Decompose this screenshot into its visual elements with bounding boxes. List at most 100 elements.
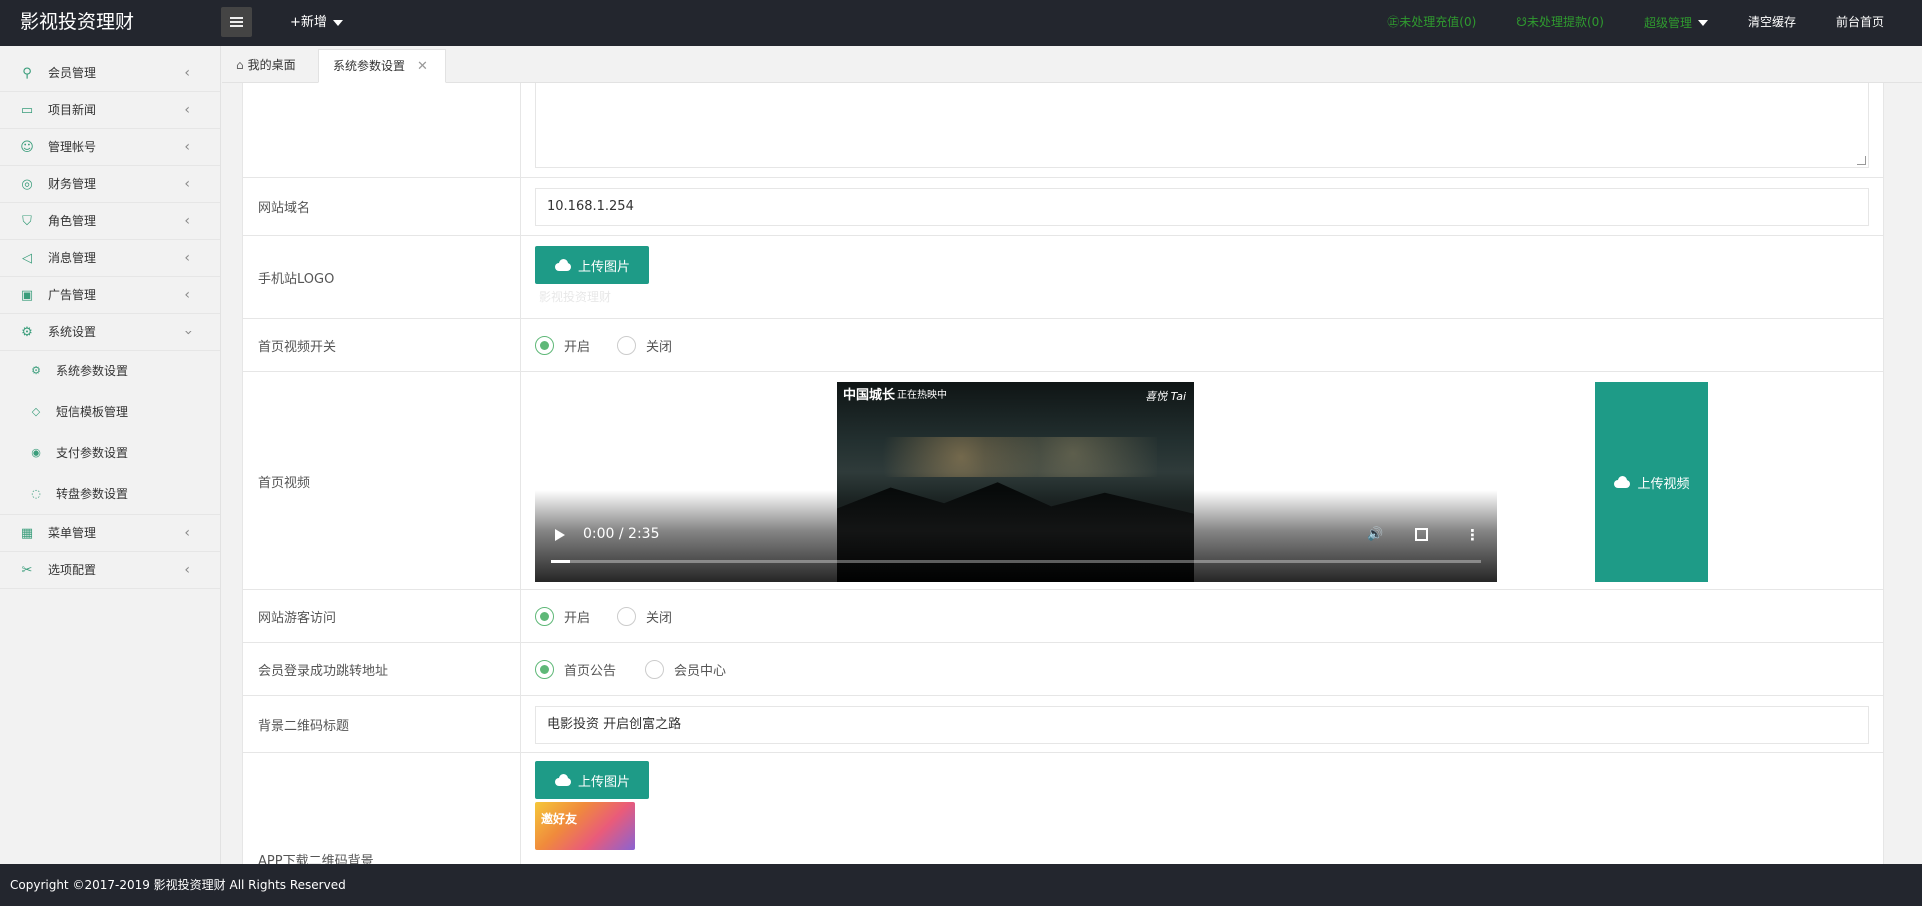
- pending-recharge-link[interactable]: ㊣未处理充值(0): [1367, 0, 1496, 46]
- sidebar-item-options[interactable]: ✂ 选项配置 ‹: [0, 552, 220, 589]
- sidebar-item-label: 系统设置: [48, 325, 97, 339]
- video-switch-on-radio[interactable]: 开启: [535, 336, 590, 355]
- textarea-field[interactable]: [535, 83, 1869, 168]
- radio-label: 关闭: [646, 340, 673, 355]
- form-label-cell: APP下载二维码背景: [243, 753, 521, 864]
- qr-bg-thumbnail: 邀好友: [535, 802, 635, 850]
- copyright-text: Copyright ©2017-2019 影视投资理财 All Rights R…: [10, 878, 346, 892]
- radio-dot-icon: [617, 607, 636, 626]
- form-row-app-qr-bg: APP下载二维码背景 上传图片 邀好友: [243, 753, 1883, 864]
- chevron-left-icon: ‹: [184, 139, 190, 155]
- brand-title: 影视投资理财: [20, 11, 135, 33]
- upload-qr-bg-button[interactable]: 上传图片: [535, 761, 649, 799]
- settings-form: 网站域名 10.168.1.254 手机站LOGO 上传图片 影视投资理财 首页…: [242, 83, 1884, 864]
- speaker-icon: ◁: [22, 251, 32, 266]
- form-label-cell: [243, 83, 521, 177]
- form-row-mobile-logo: 手机站LOGO 上传图片 影视投资理财: [243, 236, 1883, 319]
- sidebar-item-label: 项目新闻: [48, 103, 97, 117]
- radio-label: 开启: [564, 340, 591, 355]
- sidebar-item-finance[interactable]: ◎ 财务管理 ‹: [0, 166, 220, 203]
- video-switch-label: 首页视频开关: [258, 340, 337, 355]
- menu-icon: ▦: [20, 526, 34, 541]
- caret-down-icon: [1697, 20, 1708, 26]
- video-switch-off-radio[interactable]: 关闭: [617, 336, 672, 355]
- sidebar-item-menus[interactable]: ▦ 菜单管理 ‹: [0, 515, 220, 552]
- sidebar-item-label: 角色管理: [48, 214, 97, 228]
- volume-icon[interactable]: 🔊: [1367, 527, 1383, 542]
- finance-icon: ◎: [21, 177, 33, 192]
- home-video-label: 首页视频: [258, 476, 311, 491]
- sidebar-item-ads[interactable]: ▣ 广告管理 ‹: [0, 277, 220, 314]
- play-icon[interactable]: [555, 529, 565, 541]
- close-icon[interactable]: ✕: [417, 59, 428, 74]
- form-row-login-redirect: 会员登录成功跳转地址 首页公告 会员中心: [243, 643, 1883, 696]
- account-icon: ☺: [20, 140, 34, 155]
- upload-logo-button[interactable]: 上传图片: [535, 246, 649, 284]
- sidebar-item-members[interactable]: ⚲ 会员管理 ‹: [0, 55, 220, 92]
- chevron-left-icon: ‹: [184, 65, 190, 81]
- more-options-icon[interactable]: ⋮: [1465, 526, 1480, 544]
- sidebar-subitem-payment-params[interactable]: ◉ 支付参数设置: [0, 433, 220, 474]
- form-row-qr-title: 背景二维码标题 电影投资 开启创富之路: [243, 696, 1883, 753]
- options-icon: ✂: [21, 563, 33, 578]
- tab-home[interactable]: ⌂ 我的桌面: [222, 49, 318, 83]
- sidebar-subitem-wheel-params[interactable]: ◌ 转盘参数设置: [0, 474, 220, 515]
- clear-cache-link[interactable]: 清空缓存: [1728, 0, 1816, 46]
- cloud-upload-icon: [554, 259, 572, 271]
- sidebar-item-roles[interactable]: ⛉ 角色管理 ‹: [0, 203, 220, 240]
- tab-bar: ⌂ 我的桌面 系统参数设置 ✕: [222, 46, 1922, 83]
- tab-system-params[interactable]: 系统参数设置 ✕: [318, 49, 446, 83]
- qr-title-label: 背景二维码标题: [258, 719, 350, 734]
- domain-input[interactable]: 10.168.1.254: [535, 188, 1869, 226]
- sidebar-item-label: 消息管理: [48, 251, 97, 265]
- video-progress-bar[interactable]: [551, 560, 1481, 563]
- form-row-guest-access: 网站游客访问 开启 关闭: [243, 590, 1883, 643]
- sidebar-item-label: 选项配置: [48, 563, 97, 577]
- chevron-left-icon: ‹: [184, 176, 190, 192]
- video-overlay-right: 喜悦 Tai: [1145, 390, 1186, 403]
- sidebar-subitem-system-params[interactable]: ⚙ 系统参数设置: [0, 351, 220, 392]
- sidebar-item-settings[interactable]: ⚙ 系统设置 ‹: [0, 314, 220, 351]
- form-row-video-switch: 首页视频开关 开启 关闭: [243, 319, 1883, 372]
- caret-down-icon: [332, 20, 343, 26]
- radio-label: 会员中心: [674, 664, 727, 679]
- chevron-left-icon: ‹: [184, 562, 190, 578]
- guest-access-off-radio[interactable]: 关闭: [617, 607, 672, 626]
- video-overlay-logo: 中国城长: [843, 388, 896, 403]
- domain-label: 网站域名: [258, 201, 311, 216]
- menu-toggle-button[interactable]: [221, 7, 252, 37]
- form-row-home-video: 首页视频 中国城长 正在热映中 喜悦 Tai 0:00 / 2:35 🔊 ⋮ 上…: [243, 372, 1883, 590]
- footer: Copyright ©2017-2019 影视投资理财 All Rights R…: [0, 864, 1922, 906]
- admin-menu[interactable]: 超级管理: [1624, 0, 1728, 46]
- thumb-text: 邀好友: [541, 812, 578, 826]
- upload-video-label: 上传视频: [1637, 476, 1690, 492]
- sidebar: ⚲ 会员管理 ‹ ▭ 项目新闻 ‹ ☺ 管理帐号 ‹ ◎ 财务管理 ‹ ⛉ 角色…: [0, 46, 221, 864]
- qr-title-input[interactable]: 电影投资 开启创富之路: [535, 706, 1869, 744]
- app-qr-bg-label: APP下载二维码背景: [258, 854, 374, 864]
- radio-dot-icon: [535, 660, 554, 679]
- add-new-dropdown[interactable]: +新增: [290, 0, 343, 46]
- guest-access-label: 网站游客访问: [258, 611, 337, 626]
- pending-withdraw-link[interactable]: ☋未处理提款(0): [1496, 0, 1624, 46]
- gear-icon: ⚙: [21, 325, 33, 340]
- frontend-home-link[interactable]: 前台首页: [1816, 0, 1922, 46]
- shield-icon: ⛉: [22, 214, 32, 229]
- home-video-player[interactable]: 中国城长 正在热映中 喜悦 Tai 0:00 / 2:35 🔊 ⋮: [535, 382, 1497, 582]
- mobile-logo-preview: 影视投资理财: [539, 290, 612, 304]
- redirect-member-radio[interactable]: 会员中心: [645, 660, 726, 679]
- upload-logo-label: 上传图片: [577, 259, 630, 275]
- upload-video-button[interactable]: 上传视频: [1595, 382, 1708, 582]
- sidebar-item-accounts[interactable]: ☺ 管理帐号 ‹: [0, 129, 220, 166]
- image-icon: ▣: [20, 288, 34, 303]
- sidebar-item-news[interactable]: ▭ 项目新闻 ‹: [0, 92, 220, 129]
- sidebar-subitem-sms-templates[interactable]: ◇ 短信模板管理: [0, 392, 220, 433]
- fullscreen-icon[interactable]: [1415, 528, 1428, 541]
- city-lights: [877, 437, 1157, 477]
- radio-label: 首页公告: [564, 664, 617, 679]
- video-controls-shade: [535, 490, 1497, 582]
- sidebar-item-messages[interactable]: ◁ 消息管理 ‹: [0, 240, 220, 277]
- wheel-icon: ◌: [31, 487, 41, 500]
- guest-access-on-radio[interactable]: 开启: [535, 607, 590, 626]
- redirect-home-radio[interactable]: 首页公告: [535, 660, 616, 679]
- radio-dot-icon: [535, 607, 554, 626]
